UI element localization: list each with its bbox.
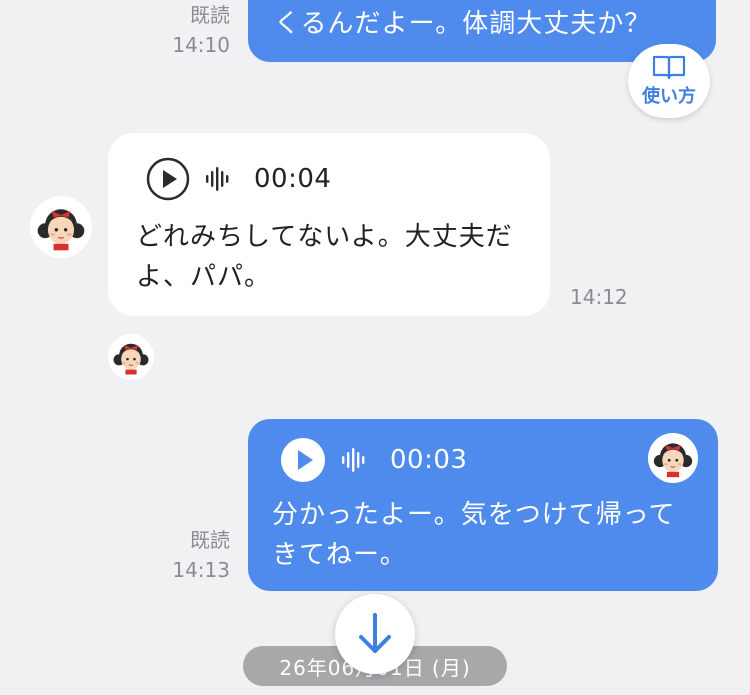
read-receipt: 既読 <box>190 528 230 552</box>
avatar[interactable] <box>648 433 698 483</box>
message-line: どれみちしてないよ。大丈夫だ <box>136 222 513 252</box>
waveform-icon <box>206 167 229 191</box>
avatar[interactable] <box>30 196 92 258</box>
read-receipt: 既読 <box>190 3 230 27</box>
girl-avatar-icon <box>653 443 693 478</box>
message-1-meta: 既読 14:10 <box>160 0 230 60</box>
play-button[interactable] <box>280 437 326 483</box>
message-line: よ、パパ。 <box>136 262 272 292</box>
play-button[interactable] <box>146 157 190 201</box>
book-icon <box>652 55 686 80</box>
voice-duration: 00:04 <box>254 164 332 194</box>
help-label: 使い方 <box>642 86 696 107</box>
voice-duration: 00:03 <box>390 445 468 475</box>
girl-avatar-icon <box>37 209 85 251</box>
avatar[interactable] <box>108 334 154 380</box>
message-time: 14:12 <box>570 285 628 309</box>
message-3-meta: 既読 14:13 <box>160 525 230 585</box>
girl-avatar-icon <box>113 343 149 375</box>
help-button[interactable]: 使い方 <box>628 44 710 118</box>
message-text: くるんだよー。体調大丈夫か？ <box>274 9 652 39</box>
message-time: 14:13 <box>172 558 230 582</box>
message-line: 分かったよー。気をつけて帰って <box>272 500 676 530</box>
message-bubble-3[interactable]: 00:03 分かったよー。気をつけて帰って きてねー。 <box>248 419 718 591</box>
message-text: どれみちしてないよ。大丈夫だ よ、パパ。 <box>136 217 513 297</box>
message-time: 14:10 <box>172 33 230 57</box>
waveform-icon <box>342 448 365 472</box>
message-line: きてねー。 <box>272 540 407 570</box>
arrow-down-icon <box>359 613 391 653</box>
voice-player: 00:04 <box>146 157 331 201</box>
message-bubble-2[interactable]: 00:04 どれみちしてないよ。大丈夫だ よ、パパ。 <box>108 133 550 316</box>
voice-player: 00:03 <box>280 437 467 483</box>
scroll-to-bottom-button[interactable] <box>335 594 415 674</box>
message-text: 分かったよー。気をつけて帰って きてねー。 <box>272 495 675 575</box>
